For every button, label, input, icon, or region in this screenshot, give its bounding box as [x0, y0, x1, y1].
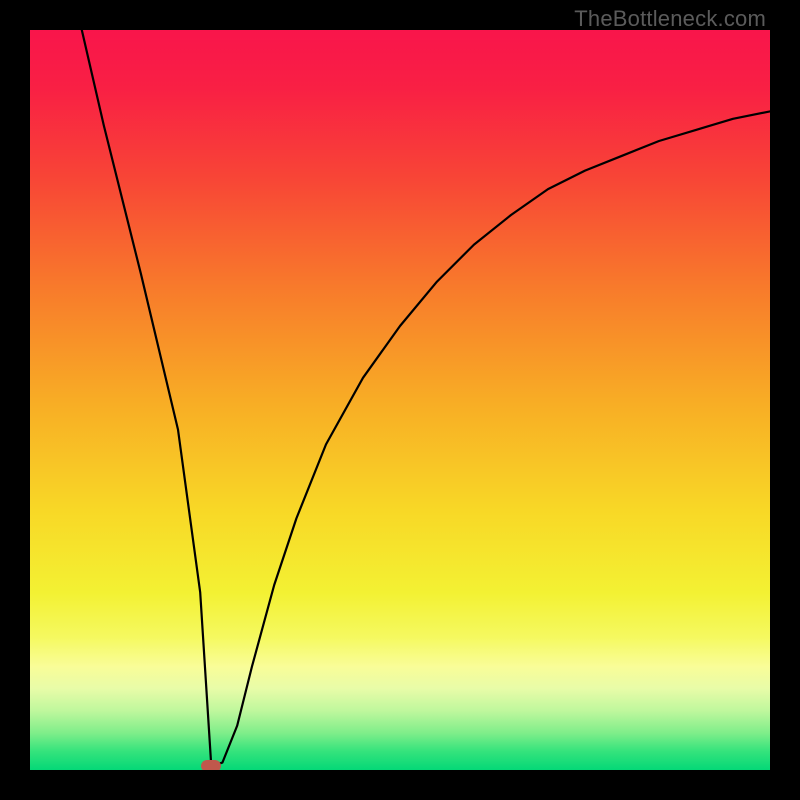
- watermark-label: TheBottleneck.com: [574, 6, 766, 32]
- bottleneck-curve: [30, 30, 770, 770]
- chart-frame: TheBottleneck.com: [0, 0, 800, 800]
- plot-area: [30, 30, 770, 770]
- minimum-marker: [201, 760, 221, 770]
